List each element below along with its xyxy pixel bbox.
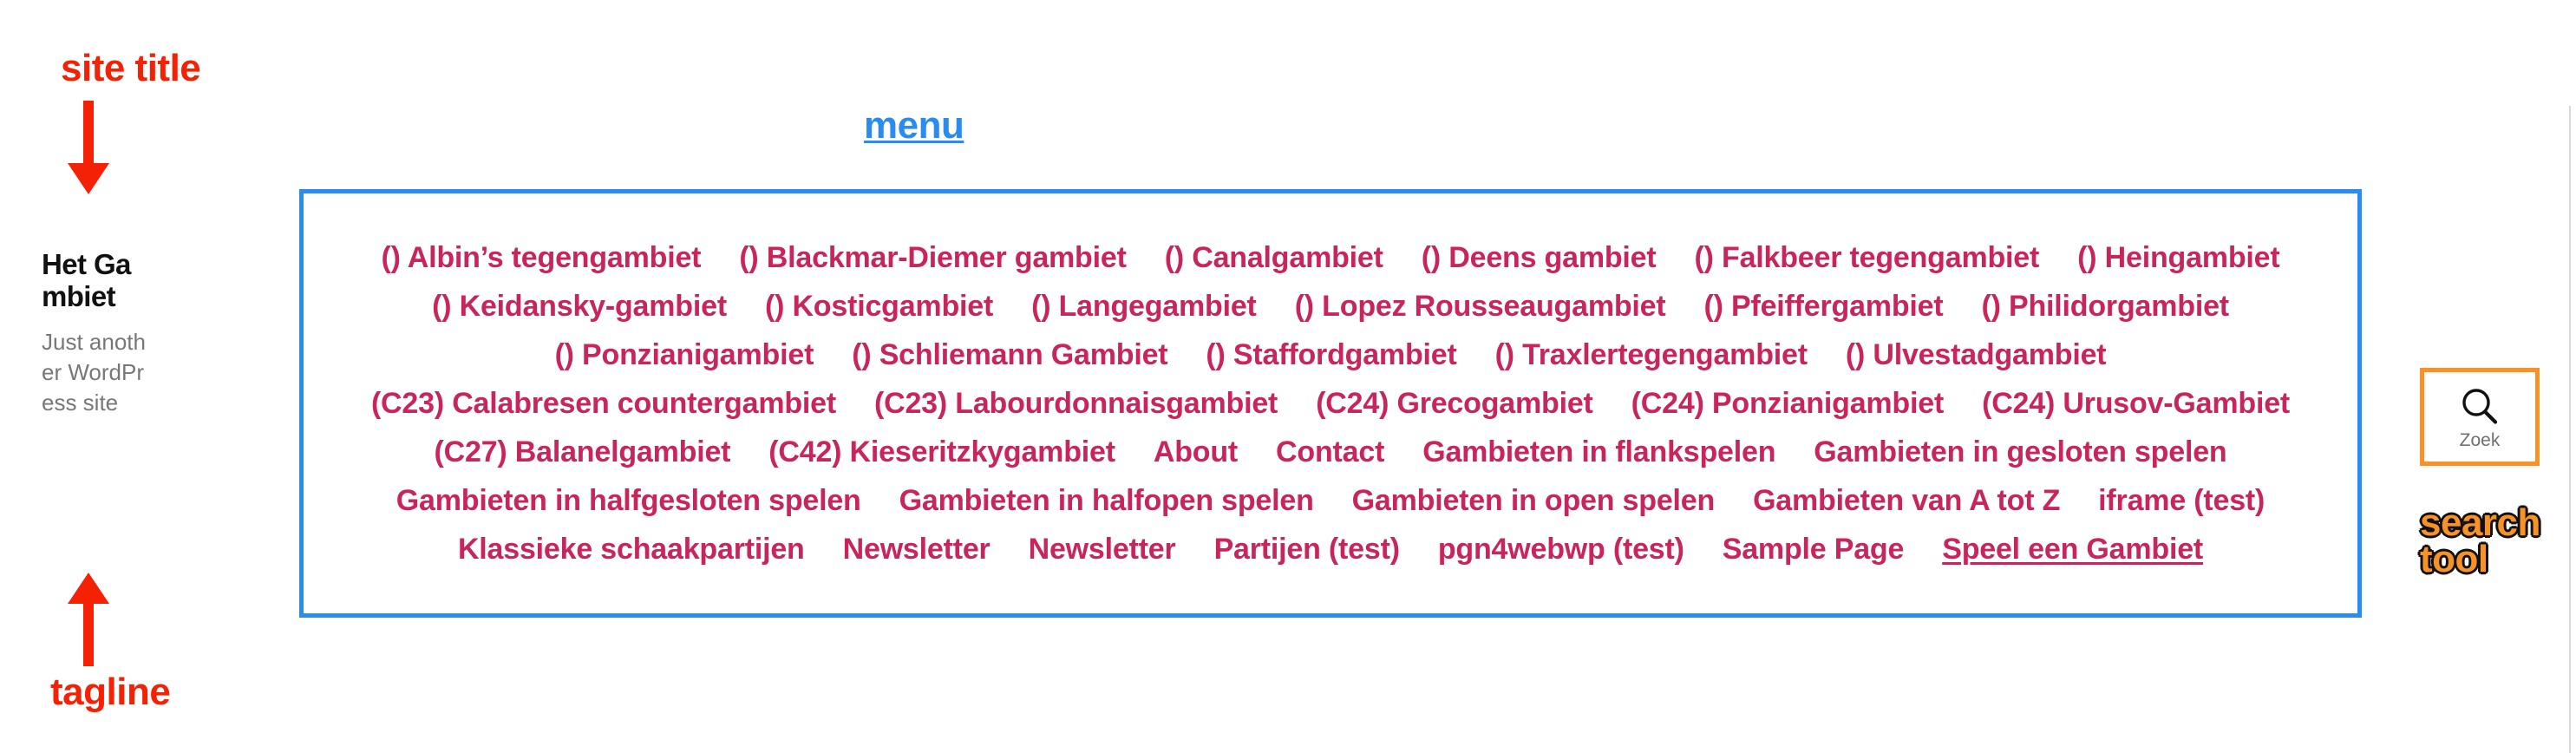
- page-right-divider: [2569, 106, 2571, 753]
- menu-item[interactable]: iframe (test): [2079, 476, 2284, 525]
- menu-item[interactable]: () Ulvestadgambiet: [1827, 331, 2126, 379]
- menu-item[interactable]: Gambieten in flankspelen: [1403, 428, 1795, 476]
- menu-item[interactable]: (C24) Grecogambiet: [1297, 379, 1612, 428]
- menu-item[interactable]: () Lopez Rousseaugambiet: [1276, 282, 1685, 331]
- menu-item[interactable]: Gambieten in halfopen spelen: [880, 476, 1333, 525]
- menu-item[interactable]: () Canalgambiet: [1146, 233, 1402, 282]
- menu-item[interactable]: () Langegambiet: [1012, 282, 1276, 331]
- site-tagline: Just another WordPress site: [42, 328, 146, 416]
- menu-item[interactable]: Klassieke schaakpartijen: [439, 525, 824, 573]
- menu-callout: menu: [864, 104, 964, 147]
- menu-item[interactable]: (C23) Labourdonnaisgambiet: [855, 379, 1297, 428]
- menu-item[interactable]: () Ponzianigambiet: [536, 331, 834, 379]
- menu-box: () Albin’s tegengambiet() Blackmar-Dieme…: [299, 189, 2362, 618]
- menu-item[interactable]: () Staffordgambiet: [1187, 331, 1475, 379]
- menu-item[interactable]: () Deens gambiet: [1402, 233, 1676, 282]
- menu-item[interactable]: () Falkbeer tegengambiet: [1676, 233, 2059, 282]
- menu-item[interactable]: Speel een Gambiet: [1923, 525, 2222, 573]
- menu-item[interactable]: Gambieten van A tot Z: [1734, 476, 2079, 525]
- menu-item[interactable]: Sample Page: [1703, 525, 1923, 573]
- menu-item[interactable]: () Philidorgambiet: [1963, 282, 2248, 331]
- primary-navigation: () Albin’s tegengambiet() Blackmar-Dieme…: [304, 193, 2357, 613]
- site-title-arrow: [68, 101, 109, 194]
- search-tool-callout-line2: tool: [2420, 538, 2488, 580]
- menu-item[interactable]: Gambieten in open spelen: [1333, 476, 1734, 525]
- menu-item[interactable]: () Heingambiet: [2058, 233, 2298, 282]
- menu-item[interactable]: About: [1134, 428, 1257, 476]
- menu-item[interactable]: (C27) Balanelgambiet: [415, 428, 750, 476]
- menu-item[interactable]: (C24) Urusov-Gambiet: [1963, 379, 2309, 428]
- tagline-arrow: [68, 573, 109, 666]
- menu-item[interactable]: () Keidansky-gambiet: [413, 282, 746, 331]
- menu-item[interactable]: () Blackmar-Diemer gambiet: [720, 233, 1145, 282]
- menu-item[interactable]: () Traxlertegengambiet: [1476, 331, 1827, 379]
- menu-item[interactable]: (C23) Calabresen countergambiet: [352, 379, 855, 428]
- search-icon: [2457, 384, 2502, 429]
- site-identity: Het Gambiet Just another WordPress site: [42, 248, 146, 418]
- site-title-callout: site title: [61, 47, 201, 89]
- menu-item[interactable]: (C24) Ponzianigambiet: [1612, 379, 1963, 428]
- tagline-callout: tagline: [50, 671, 171, 713]
- menu-item[interactable]: () Pfeiffergambiet: [1685, 282, 1963, 331]
- menu-item[interactable]: Contact: [1257, 428, 1403, 476]
- menu-item[interactable]: () Albin’s tegengambiet: [363, 233, 721, 282]
- menu-item[interactable]: Newsletter: [824, 525, 1010, 573]
- menu-item[interactable]: Newsletter: [1010, 525, 1195, 573]
- menu-item[interactable]: pgn4webwp (test): [1419, 525, 1703, 573]
- menu-item[interactable]: Partijen (test): [1195, 525, 1419, 573]
- menu-item[interactable]: Gambieten in halfgesloten spelen: [377, 476, 880, 525]
- search-tool-button[interactable]: Zoek: [2420, 368, 2540, 466]
- menu-item[interactable]: () Schliemann Gambiet: [833, 331, 1187, 379]
- menu-item[interactable]: Gambieten in gesloten spelen: [1795, 428, 2246, 476]
- site-title[interactable]: Het Gambiet: [42, 248, 146, 313]
- menu-item[interactable]: () Kosticgambiet: [746, 282, 1012, 331]
- search-label: Zoek: [2459, 430, 2501, 450]
- menu-item[interactable]: (C42) Kieseritzkygambiet: [749, 428, 1134, 476]
